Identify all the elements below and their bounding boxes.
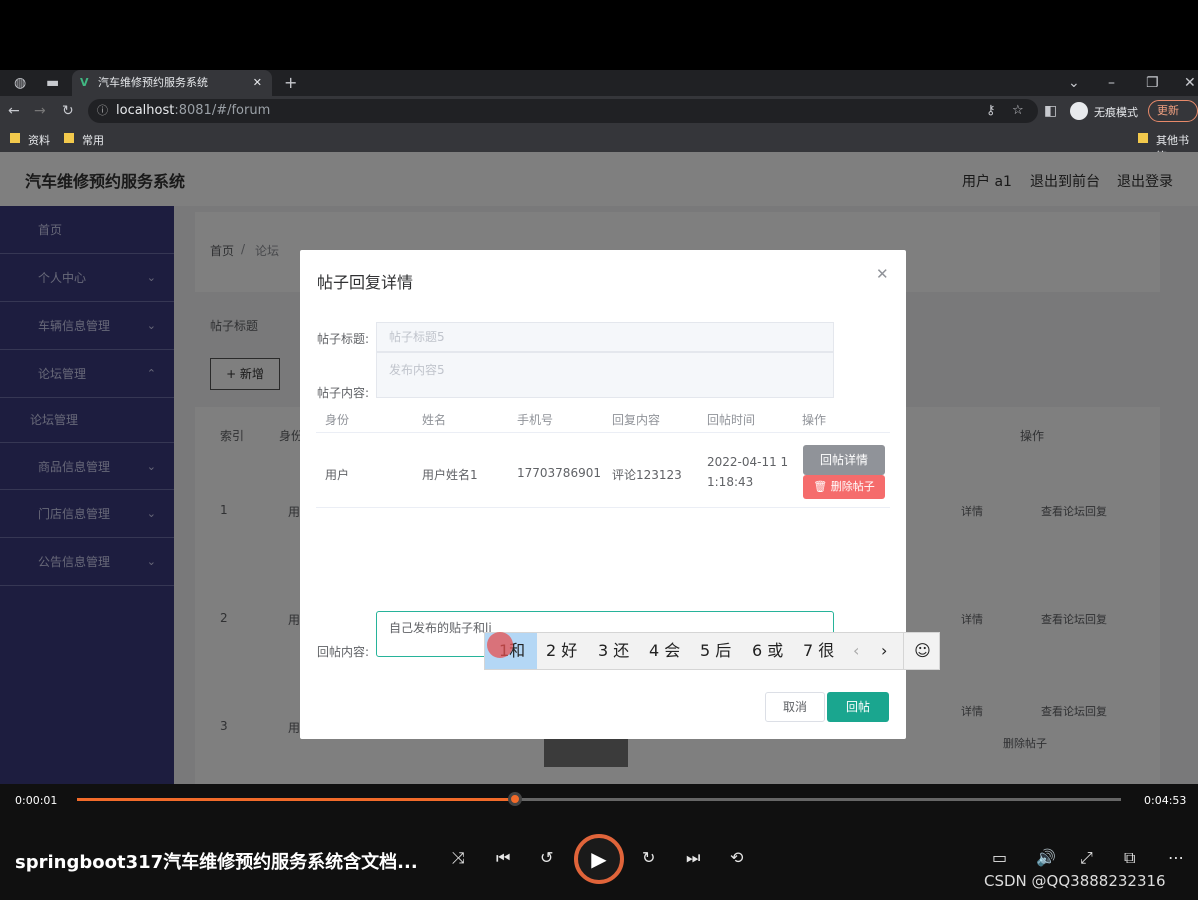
tab-close-icon[interactable]: ✕ (253, 70, 262, 96)
star-icon[interactable]: ☆ (1012, 99, 1024, 123)
play-button[interactable]: ▶ (574, 834, 624, 884)
reply-detail-label: 回帖详情 (819, 453, 868, 467)
address-bar: ← → ↻ ⓘ localhost:8081/#/forum ⚷ ☆ ◧ 无痕模… (0, 96, 1198, 126)
forward-icon[interactable]: → (34, 98, 46, 124)
column-header: 操作 (802, 413, 827, 427)
rewind-icon[interactable]: ↺ (540, 848, 553, 867)
ime-prev-icon[interactable]: ‹ (853, 633, 859, 669)
total-time: 0:04:53 (1144, 794, 1187, 807)
bookmark-item[interactable]: 常用 (82, 132, 104, 148)
column-header: 手机号 (517, 413, 554, 427)
delete-post-label: 删除帖子 (830, 480, 875, 493)
current-time: 0:00:01 (15, 794, 58, 807)
ime-candidate[interactable]: 6 或 (752, 633, 783, 669)
new-tab-icon[interactable]: + (284, 70, 297, 96)
reply-label: 回帖内容: (317, 645, 370, 659)
more-icon[interactable]: ⋯ (1168, 848, 1184, 867)
sidepanel-icon[interactable]: ◧ (1044, 98, 1057, 124)
ime-candidate[interactable]: 7 很 (803, 633, 834, 669)
column-header: 回复内容 (612, 413, 661, 427)
cancel-label: 取消 (782, 700, 807, 714)
fast-forward-icon[interactable]: ↻ (642, 848, 655, 867)
subtitles-icon[interactable]: ▭ (992, 848, 1007, 867)
dialog-title: 帖子回复详情 (317, 273, 414, 292)
shuffle-icon[interactable]: ⤨ (452, 848, 465, 868)
url-host: localhost (116, 103, 175, 118)
column-header: 姓名 (422, 413, 447, 427)
emoji-icon[interactable]: ☺ (903, 633, 941, 669)
volume-icon[interactable]: 🔊 (1036, 848, 1056, 867)
post-content-field: 发布内容5 (376, 352, 834, 398)
window-icon[interactable]: ▬ (46, 70, 59, 96)
info-icon: ⓘ (97, 104, 108, 117)
reply-detail-button[interactable]: 回帖详情 (803, 445, 885, 475)
incognito-label: 无痕模式 (1094, 106, 1138, 119)
browser-tab[interactable]: V 汽车维修预约服务系统 ✕ (72, 70, 272, 96)
url-path: :8081/#/forum (174, 103, 271, 118)
submit-reply-button[interactable]: 回帖 (827, 692, 889, 722)
reply-time-line1: 2022-04-11 1 (707, 455, 789, 469)
folder-icon (10, 133, 20, 143)
reply-phone: 17703786901 (517, 466, 601, 480)
ime-candidate[interactable]: 2 好 (546, 633, 577, 669)
pip-icon[interactable]: ⧉ (1124, 848, 1135, 868)
watermark: CSDN @QQ3888232316 (984, 872, 1166, 890)
post-title-field: 帖子标题5 (376, 322, 834, 352)
tab-title: 汽车维修预约服务系统 (98, 76, 208, 89)
fullscreen-icon[interactable]: ⤢ (1080, 848, 1093, 868)
update-button[interactable]: 更新 (1148, 100, 1198, 122)
restore-icon[interactable]: ❐ (1146, 70, 1159, 96)
folder-icon (1138, 133, 1148, 143)
post-title-value: 帖子标题5 (389, 330, 445, 344)
ime-next-icon[interactable]: › (881, 633, 887, 669)
delete-post-button[interactable]: 🗑 删除帖子 (803, 475, 885, 499)
post-content-value: 发布内容5 (389, 363, 445, 377)
ime-candidate-bar: 1和 2 好 3 还 4 会 5 后 6 或 7 很 ‹ › ☺ (484, 632, 940, 670)
next-icon[interactable]: ⏭ (686, 848, 700, 868)
column-header: 回帖时间 (707, 413, 756, 427)
reply-role: 用户 (325, 468, 350, 482)
key-icon[interactable]: ⚷ (986, 99, 996, 123)
incognito-icon (1070, 102, 1088, 120)
column-header: 身份 (325, 413, 350, 427)
progress-track[interactable] (77, 792, 1121, 806)
post-content-label: 帖子内容: (317, 386, 370, 400)
submit-label: 回帖 (845, 700, 870, 714)
window-close-icon[interactable]: ✕ (1184, 70, 1196, 96)
ime-candidate[interactable]: 3 还 (598, 633, 629, 669)
minimize-icon[interactable]: – (1108, 70, 1115, 96)
cancel-button[interactable]: 取消 (765, 692, 825, 722)
folder-icon (64, 133, 74, 143)
bookmarks-bar: 资料 常用 其他书签 (0, 126, 1198, 163)
previous-icon[interactable]: ⏮ (496, 848, 510, 868)
reload-icon[interactable]: ↻ (62, 98, 74, 124)
progress-played (77, 798, 516, 801)
cursor-highlight (487, 632, 513, 658)
play-icon: ▶ (591, 847, 607, 871)
reply-time-line2: 1:18:43 (707, 475, 754, 489)
ime-candidate[interactable]: 5 后 (700, 633, 731, 669)
post-title-label: 帖子标题: (317, 332, 370, 346)
bookmark-item[interactable]: 资料 (28, 132, 50, 148)
trash-icon: 🗑 (813, 480, 831, 493)
close-icon[interactable]: ✕ (876, 265, 889, 283)
reply-content: 评论123123 (612, 468, 682, 482)
browser-tab-bar: ◍ ▬ V 汽车维修预约服务系统 ✕ + ⌄ – ❐ ✕ (0, 70, 1198, 96)
video-player-controls: 0:00:01 0:04:53 springboot317汽车维修预约服务系统含… (0, 784, 1198, 900)
ime-candidate[interactable]: 4 会 (649, 633, 680, 669)
update-label: 更新 (1157, 104, 1179, 117)
url-input[interactable]: ⓘ localhost:8081/#/forum ⚷ ☆ (88, 99, 1038, 123)
vue-logo-icon: V (80, 76, 89, 89)
back-icon[interactable]: ← (8, 98, 20, 124)
video-title: springboot317汽车维修预约服务系统含文档... (15, 852, 418, 873)
progress-knob[interactable] (508, 792, 523, 806)
tab-search-icon[interactable]: ⌄ (1068, 70, 1080, 96)
loop-icon[interactable]: ⟲ (730, 848, 743, 867)
globe-icon[interactable]: ◍ (14, 70, 26, 96)
reply-textarea-value: 自己发布的贴子和li (389, 621, 492, 635)
reply-name: 用户姓名1 (422, 468, 478, 482)
